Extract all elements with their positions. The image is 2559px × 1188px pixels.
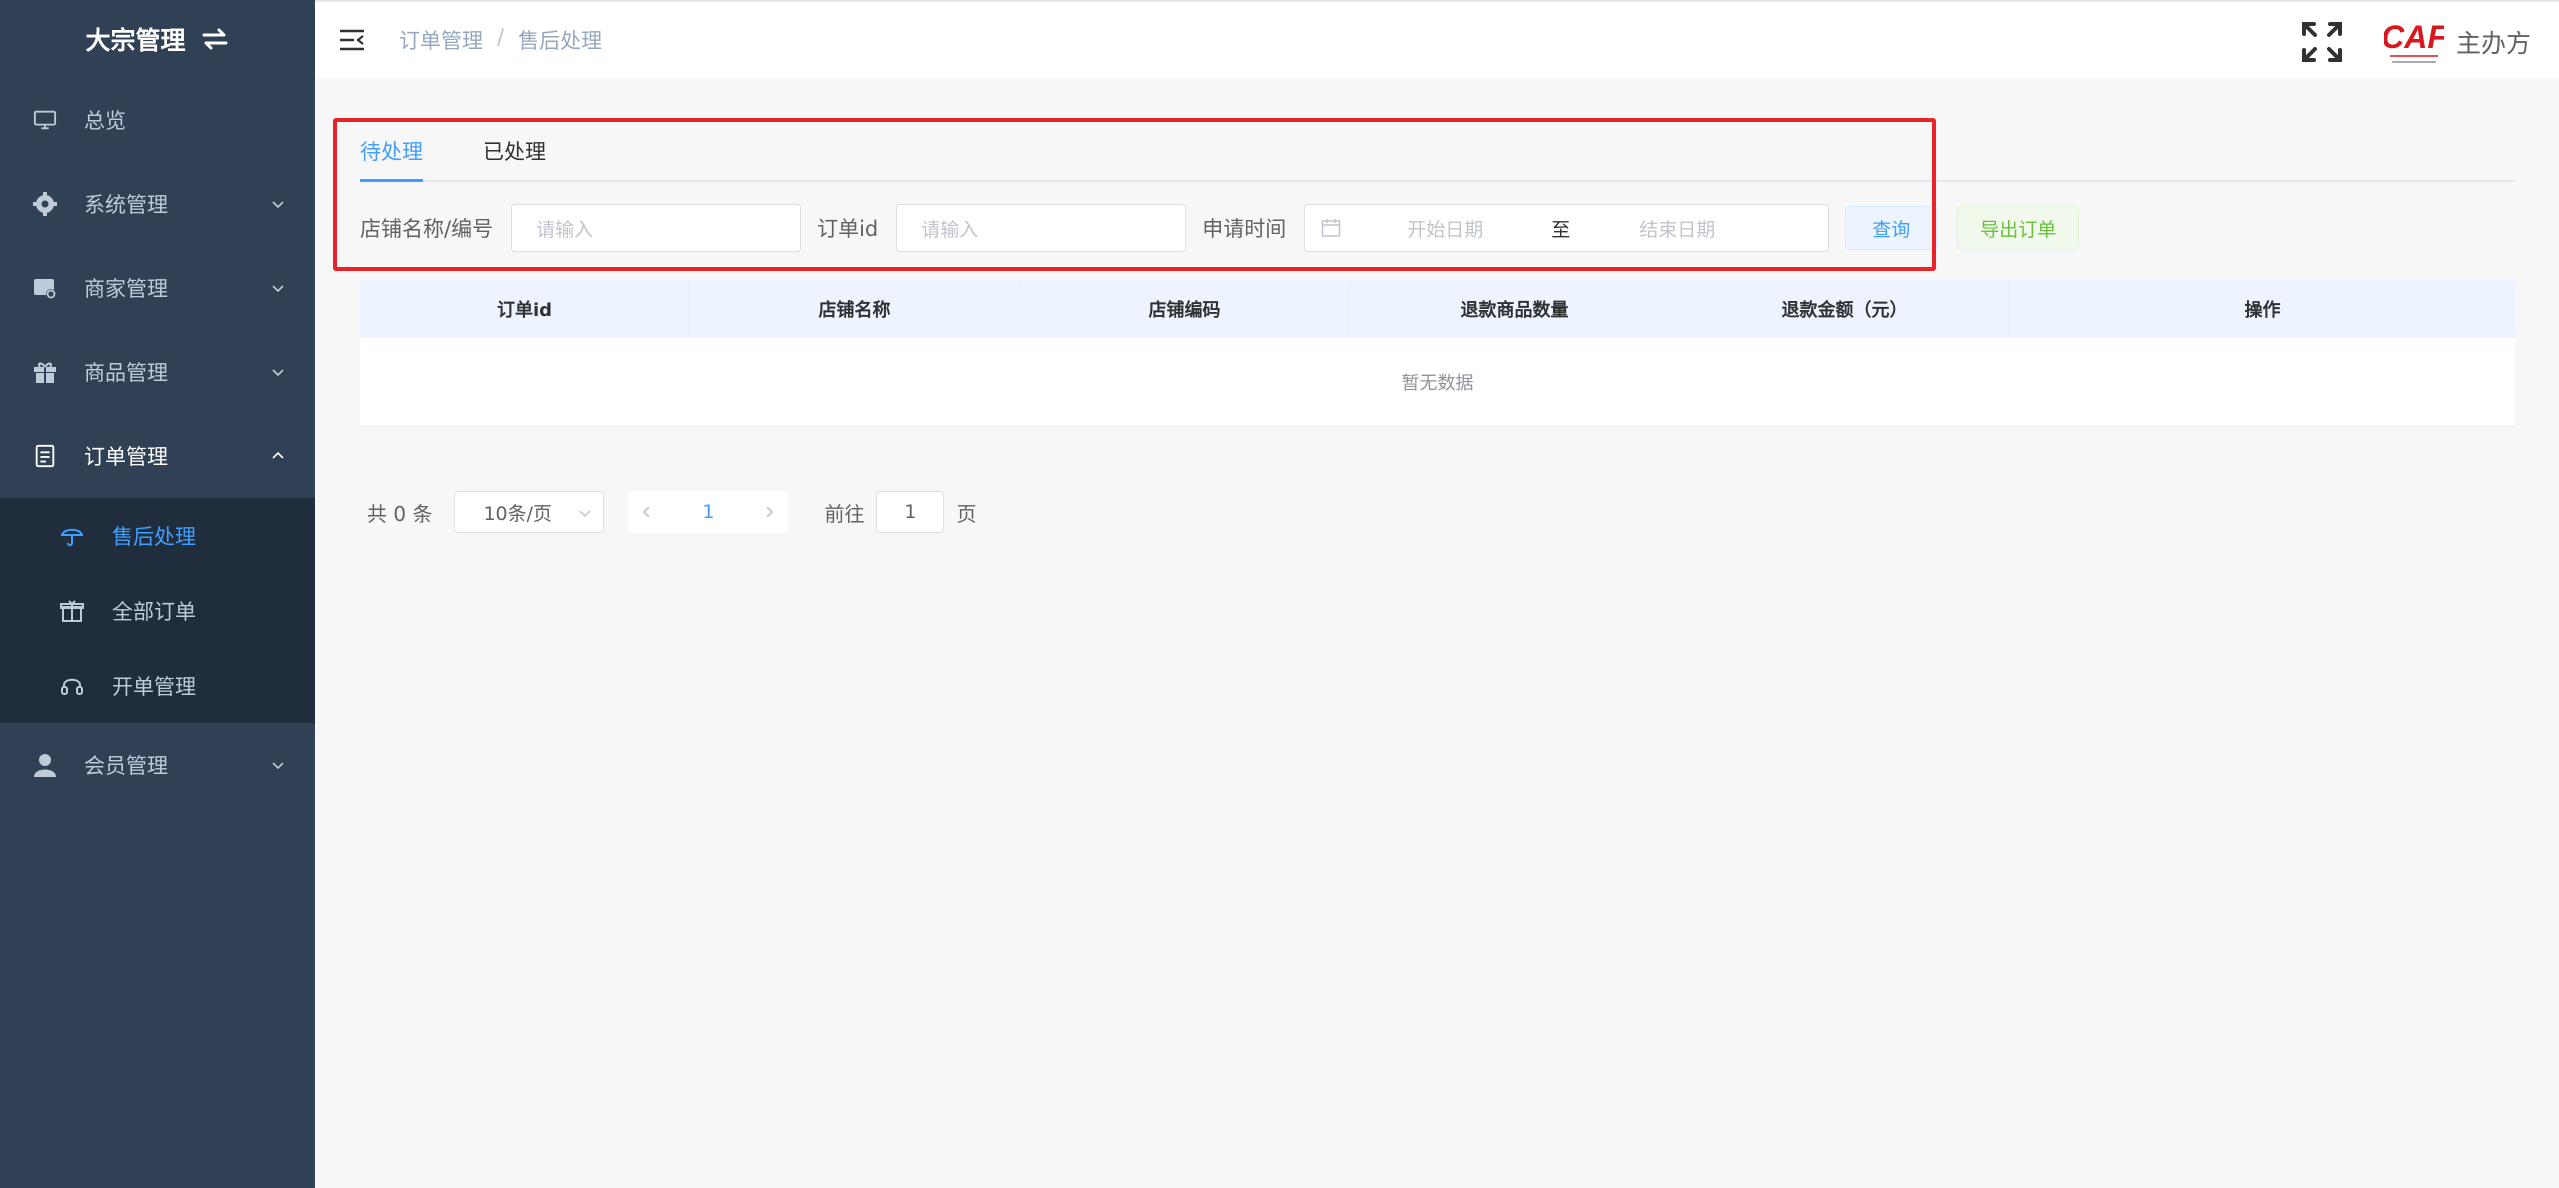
tab-pending[interactable]: 待处理 <box>360 122 423 182</box>
chevron-down-icon <box>272 201 284 209</box>
sidebar-item-overview[interactable]: 总览 <box>0 78 315 162</box>
sidebar-item-label: 系统管理 <box>84 193 168 217</box>
start-date-placeholder[interactable]: 开始日期 <box>1407 215 1483 242</box>
chevron-down-icon <box>272 285 284 293</box>
sidebar-item-goods[interactable]: 商品管理 <box>0 330 315 414</box>
breadcrumb: 订单管理 / 售后处理 <box>399 25 602 55</box>
page-navigator: 1 <box>628 491 789 533</box>
sidebar-item-order[interactable]: 订单管理 <box>0 414 315 498</box>
headset-icon <box>60 674 84 698</box>
sidebar-item-label: 总览 <box>84 109 126 133</box>
chevron-up-icon <box>272 451 284 459</box>
svg-text:CAF: CAF <box>2384 19 2444 55</box>
breadcrumb-item-current: 售后处理 <box>518 29 603 53</box>
column-header: 退款金额（元） <box>1680 280 2010 338</box>
page-size-value: 10条/页 <box>483 502 553 525</box>
sidebar-item-label: 订单管理 <box>84 445 168 469</box>
order-id-input[interactable]: 请输入 <box>896 204 1187 252</box>
sidebar-subitem-aftersale[interactable]: 售后处理 <box>0 498 315 573</box>
column-header: 退款商品数量 <box>1350 280 1680 338</box>
page-size-select[interactable]: 10条/页 <box>454 491 605 533</box>
sidebar-subitem-label: 全部订单 <box>112 599 196 624</box>
date-range-separator: 至 <box>1551 218 1571 241</box>
status-tabs: 待处理 已处理 <box>360 122 2515 182</box>
sidebar-item-system[interactable]: 系统管理 <box>0 162 315 246</box>
aftersale-table: 订单id 店铺名称 店铺编码 退款商品数量 退款金额（元） 操作 暂无数据 <box>360 280 2515 427</box>
monitor-icon <box>32 107 58 133</box>
order-submenu: 售后处理 全部订单 开单管理 <box>0 498 315 723</box>
breadcrumb-separator: / <box>497 25 505 49</box>
document-icon <box>32 443 58 469</box>
box-icon <box>60 599 84 623</box>
column-header: 订单id <box>360 280 690 338</box>
chevron-down-icon <box>579 510 591 518</box>
end-date-placeholder[interactable]: 结束日期 <box>1639 215 1715 242</box>
caf-logo: CAF <box>2383 14 2444 70</box>
order-id-label: 订单id <box>817 217 879 241</box>
brand-title: 大宗管理 <box>85 26 186 55</box>
organizer-label: 主办方 <box>2455 29 2531 58</box>
sidebar-item-label: 会员管理 <box>84 754 168 778</box>
store-input-placeholder: 请输入 <box>536 218 594 241</box>
prev-page-icon[interactable] <box>640 505 654 519</box>
filter-form: 店铺名称/编号 请输入 订单id 请输入 申请时间 开始日期 至 结束日期 查询… <box>360 203 2080 253</box>
chevron-down-icon <box>272 369 284 377</box>
umbrella-icon <box>60 524 84 548</box>
sidebar-subitem-all-orders[interactable]: 全部订单 <box>0 573 315 648</box>
column-header: 店铺编码 <box>1020 280 1350 338</box>
tab-processed[interactable]: 已处理 <box>483 122 546 180</box>
sidebar-item-member[interactable]: 会员管理 <box>0 723 315 807</box>
gift-icon <box>32 359 58 385</box>
switch-icon[interactable] <box>200 27 230 51</box>
table-empty-text: 暂无数据 <box>360 338 2515 427</box>
gear-icon <box>32 191 58 217</box>
pagination-total: 共 0 条 <box>367 501 433 526</box>
store-icon <box>32 275 58 301</box>
fullscreen-icon[interactable] <box>2300 20 2344 64</box>
goto-prefix: 前往 <box>824 501 865 526</box>
column-header: 操作 <box>2244 300 2281 321</box>
next-page-icon[interactable] <box>762 505 776 519</box>
header-right: CAF 主办方 <box>2300 12 2531 72</box>
export-orders-button[interactable]: 导出订单 <box>1957 206 2080 250</box>
column-header: 店铺名称 <box>690 280 1020 338</box>
store-input[interactable]: 请输入 <box>511 204 802 252</box>
date-range-picker[interactable]: 开始日期 至 结束日期 <box>1304 204 1830 252</box>
user-icon <box>32 752 58 778</box>
breadcrumb-item[interactable]: 订单管理 <box>399 25 483 55</box>
goto-page-input[interactable]: 1 <box>876 491 945 533</box>
sidebar-brand[interactable]: 大宗管理 <box>0 0 315 78</box>
goto-suffix: 页 <box>956 501 977 526</box>
store-filter-label: 店铺名称/编号 <box>360 217 494 241</box>
sidebar-item-merchant[interactable]: 商家管理 <box>0 246 315 330</box>
calendar-icon <box>1322 219 1341 237</box>
apply-time-label: 申请时间 <box>1202 217 1287 241</box>
top-header: 订单管理 / 售后处理 CAF 主办方 <box>315 0 2559 78</box>
menu-fold-icon[interactable] <box>339 29 365 51</box>
sidebar-item-label: 商家管理 <box>84 277 168 301</box>
page-jumper: 前往 1 页 <box>824 491 976 533</box>
sidebar-subitem-label: 售后处理 <box>112 524 196 549</box>
sidebar: 大宗管理 总览 系统管理 商家管理 商品管理 订单管理 售后处理 全部订单 开单… <box>0 0 315 1188</box>
sidebar-subitem-billing[interactable]: 开单管理 <box>0 648 315 723</box>
pagination: 共 0 条 10条/页 1 前往 1 页 <box>367 491 976 533</box>
order-id-input-placeholder: 请输入 <box>921 218 979 241</box>
chevron-down-icon <box>272 762 284 770</box>
table-header: 订单id 店铺名称 店铺编码 退款商品数量 退款金额（元） 操作 <box>360 280 2515 338</box>
sidebar-item-label: 商品管理 <box>84 361 168 385</box>
query-button[interactable]: 查询 <box>1845 206 1938 250</box>
page-number-current[interactable]: 1 <box>702 501 714 523</box>
sidebar-subitem-label: 开单管理 <box>112 674 196 699</box>
